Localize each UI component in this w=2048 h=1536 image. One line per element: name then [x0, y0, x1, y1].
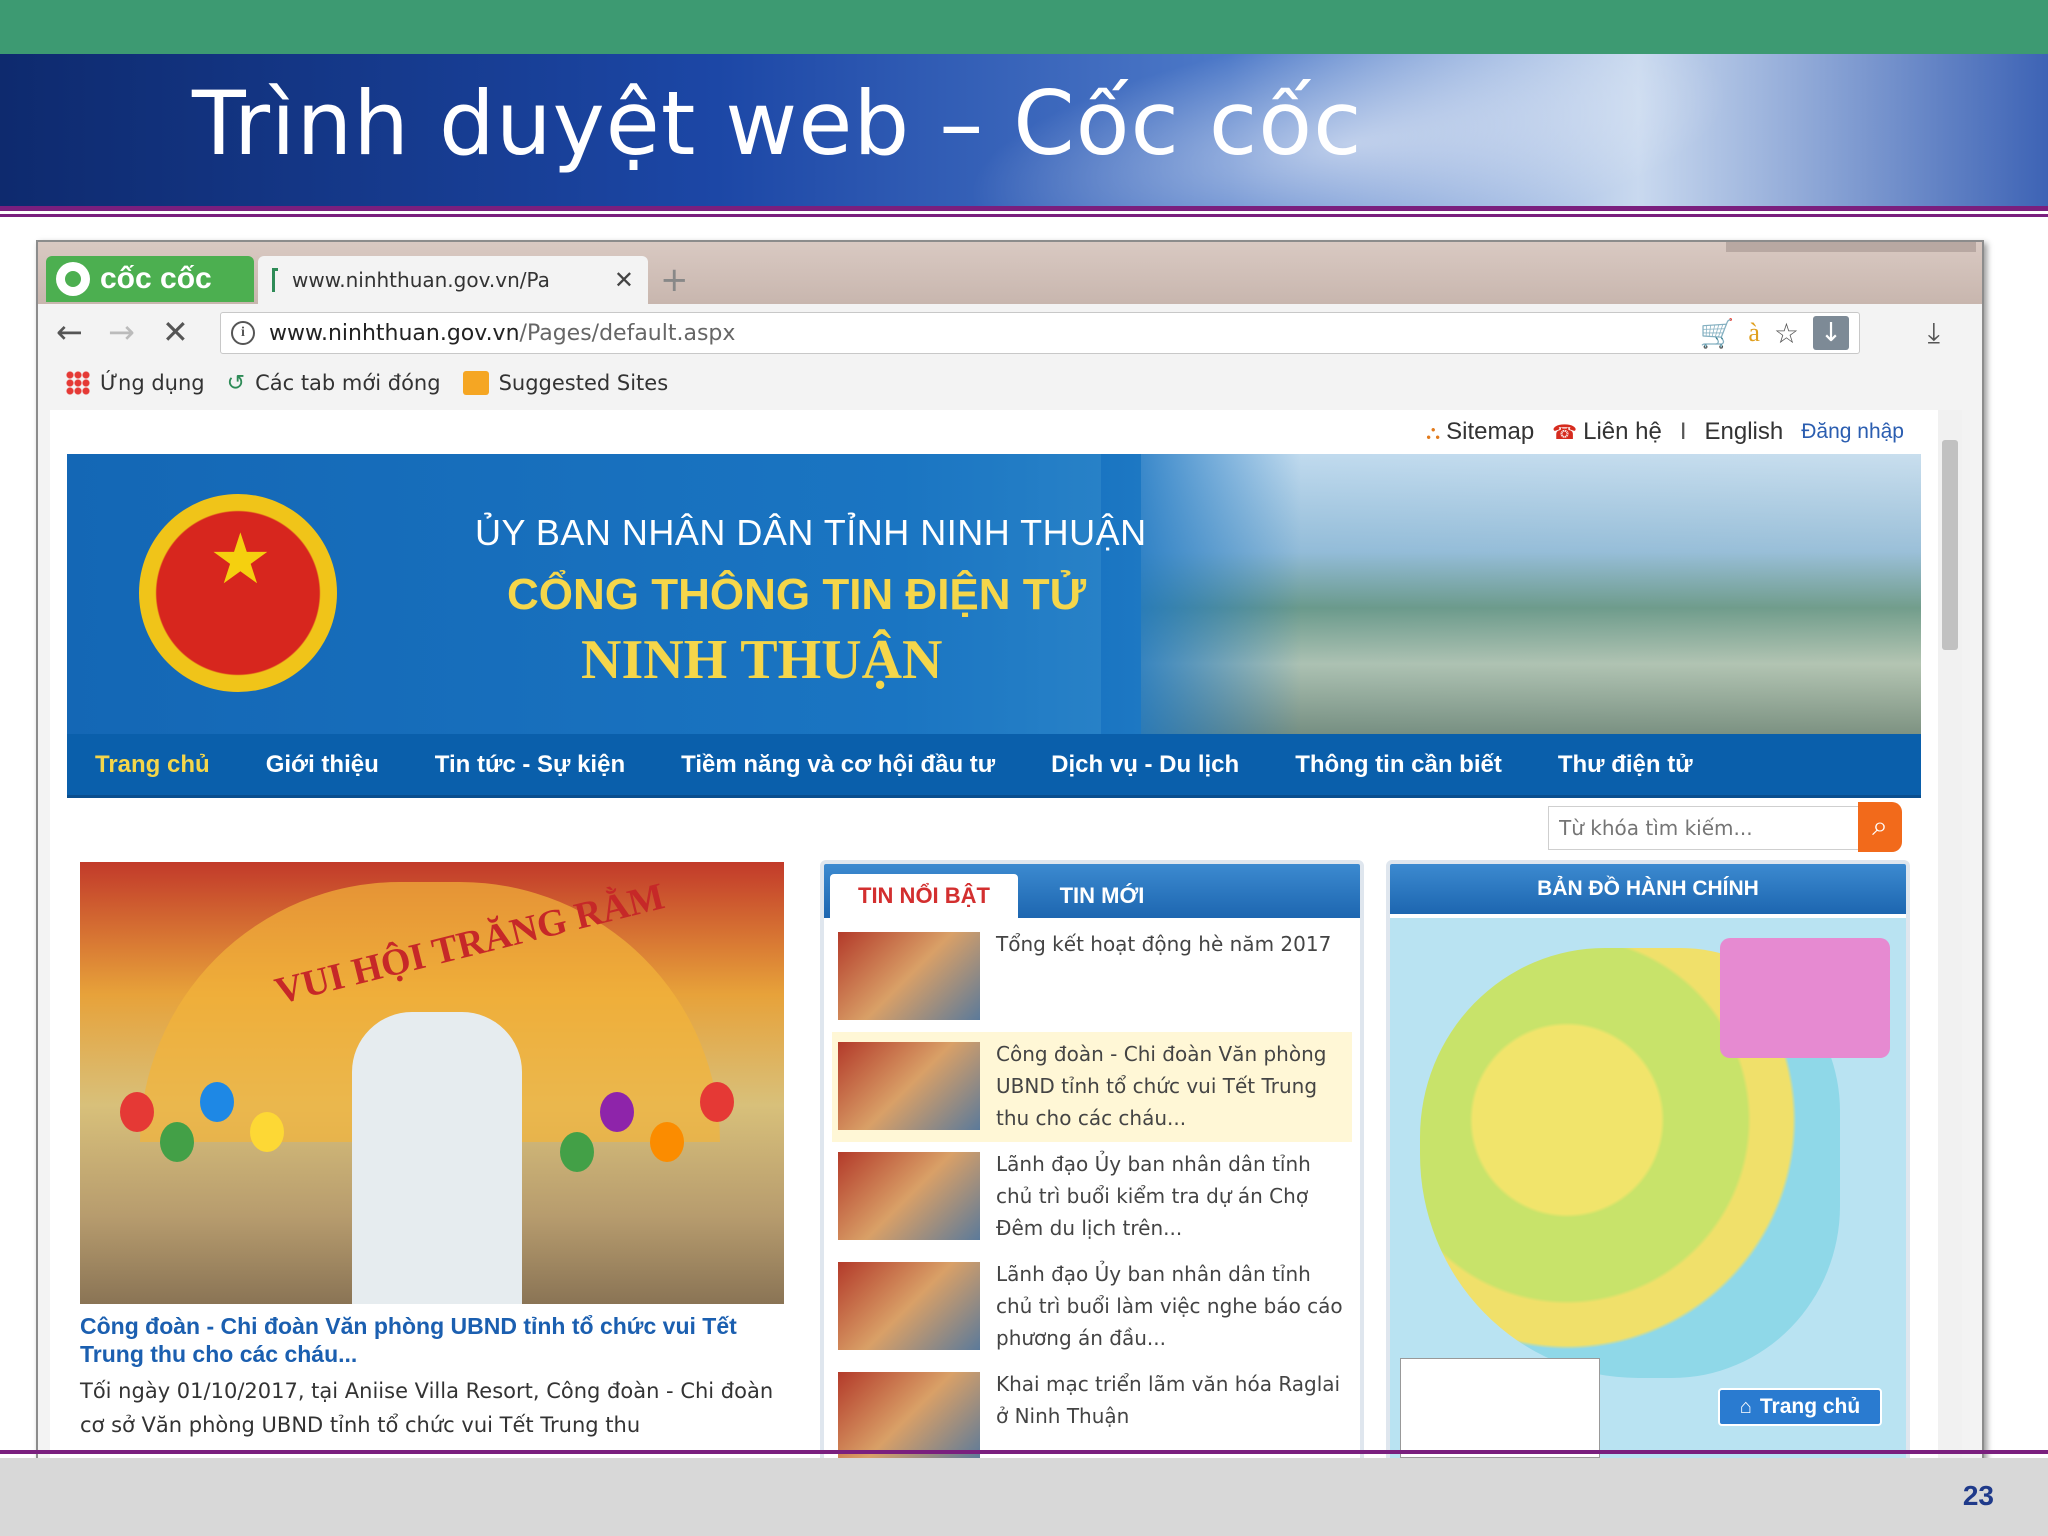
nav-about[interactable]: Giới thiệu — [266, 751, 379, 779]
site-info-icon[interactable]: i — [231, 321, 255, 345]
slide-rule — [0, 1450, 2048, 1454]
bookmark-label: Ứng dụng — [100, 371, 205, 395]
suggested-sites-icon — [462, 371, 489, 395]
coccoc-logo-icon — [56, 262, 90, 296]
news-thumbnail[interactable] — [838, 1262, 980, 1350]
featured-article-title[interactable]: Công đoàn - Chi đoàn Văn phòng UBND tỉnh… — [80, 1312, 770, 1368]
news-thumbnail[interactable] — [838, 1042, 980, 1130]
nav-email[interactable]: Thư điện tử — [1558, 751, 1693, 779]
banner-line-3: NINH THUẬN — [581, 629, 943, 691]
url-domain: www.ninhthuan.gov.vn — [269, 320, 520, 346]
bookmark-recent-tabs[interactable]: ↺ Các tab mới đóng — [227, 371, 441, 396]
news-title[interactable]: Khai mạc triển lãm văn hóa Raglai ở Ninh… — [996, 1368, 1352, 1432]
history-icon: ↺ — [226, 370, 246, 396]
home-button-label: Trang chủ — [1759, 1395, 1861, 1418]
news-panel: TIN NỔI BẬT TIN MỚI Tổng kết hoạt động h… — [820, 860, 1364, 1460]
slide-number: 23 — [1962, 1480, 1994, 1511]
savefrom-download-icon[interactable]: ↓ — [1813, 316, 1849, 350]
news-list: Tổng kết hoạt động hè năm 2017 Công đoàn… — [832, 922, 1352, 1460]
nav-services-tourism[interactable]: Dịch vụ - Du lịch — [1051, 751, 1239, 779]
search-input[interactable] — [1559, 816, 1829, 840]
list-item[interactable]: Công đoàn - Chi đoàn Văn phòng UBND tỉnh… — [832, 1032, 1352, 1142]
news-tabs: TIN NỔI BẬT TIN MỚI — [824, 864, 1360, 918]
banner-line-1: ỦY BAN NHÂN DÂN TỈNH NINH THUẬN — [475, 512, 1147, 553]
news-title[interactable]: Lãnh đạo Ủy ban nhân dân tỉnh chủ trì bu… — [996, 1258, 1352, 1354]
banner-line-2: CỔNG THÔNG TIN ĐIỆN TỬ — [507, 570, 1087, 619]
bookmark-star-icon[interactable]: ☆ — [1774, 317, 1799, 350]
tab-featured-news[interactable]: TIN NỔI BẬT — [830, 874, 1018, 918]
bookmark-label: Các tab mới đóng — [255, 371, 441, 395]
tab-latest-news[interactable]: TIN MỚI — [1042, 874, 1162, 918]
shopping-cart-icon[interactable]: 🛒 — [1699, 317, 1734, 350]
back-arrow-icon[interactable]: ← — [56, 316, 83, 348]
news-title[interactable]: Công đoàn - Chi đoàn Văn phòng UBND tỉnh… — [996, 1038, 1352, 1134]
news-title[interactable]: Tổng kết hoạt động hè năm 2017 — [996, 928, 1352, 960]
slide-rule — [0, 206, 2048, 211]
list-item[interactable]: Lãnh đạo Ủy ban nhân dân tỉnh chủ trì bu… — [832, 1252, 1352, 1362]
national-emblem-icon: ★ — [139, 494, 337, 692]
nav-home[interactable]: Trang chủ — [95, 751, 210, 779]
nav-news-events[interactable]: Tin tức - Sự kiện — [435, 751, 625, 779]
nav-investment[interactable]: Tiềm năng và cơ hội đầu tư — [681, 751, 995, 779]
administrative-map[interactable]: ⌂ Trang chủ — [1390, 918, 1906, 1460]
window-controls[interactable] — [1726, 242, 1976, 252]
news-thumbnail[interactable] — [838, 1152, 980, 1240]
forward-arrow-icon[interactable]: → — [108, 316, 135, 348]
news-thumbnail[interactable] — [838, 932, 980, 1020]
news-thumbnail[interactable] — [838, 1372, 980, 1460]
bookmark-apps[interactable]: Ứng dụng — [66, 371, 205, 395]
slide-title: Trình duyệt web – Cốc cốc — [192, 72, 1363, 175]
apps-grid-icon — [66, 371, 90, 395]
downloads-icon[interactable]: ⤓ — [1928, 316, 1940, 350]
scrollbar[interactable] — [1938, 410, 1962, 1460]
browser-tab[interactable]: www.ninhthuan.gov.vn/Pa ✕ — [258, 256, 648, 304]
tab-bar: cốc cốc www.ninhthuan.gov.vn/Pa ✕ + — [38, 242, 1982, 304]
english-link[interactable]: English — [1705, 418, 1784, 446]
tab-title: www.ninhthuan.gov.vn/Pa — [292, 268, 550, 292]
brand-name: cốc cốc — [100, 262, 212, 295]
browser-toolbar: ← → ✕ i www.ninhthuan.gov.vn/Pages/defau… — [38, 304, 1982, 360]
slide-rule — [0, 214, 2048, 217]
site-banner: ★ ỦY BAN NHÂN DÂN TỈNH NINH THUẬN CỔNG T… — [67, 454, 1921, 734]
site-search — [1548, 806, 1878, 850]
scroll-thumb[interactable] — [1942, 440, 1958, 650]
browser-window: cốc cốc www.ninhthuan.gov.vn/Pa ✕ + ← → … — [36, 240, 1984, 1462]
separator: I — [1679, 418, 1687, 445]
new-tab-icon[interactable]: + — [660, 260, 689, 300]
url-path: /Pages/default.aspx — [519, 320, 736, 346]
list-item[interactable]: Lãnh đạo Ủy ban nhân dân tỉnh chủ trì bu… — [832, 1142, 1352, 1252]
bookmarks-bar: Ứng dụng ↺ Các tab mới đóng Suggested Si… — [38, 360, 1982, 406]
map-title: BẢN ĐỒ HÀNH CHÍNH — [1390, 864, 1906, 914]
web-page: ⛬ Sitemap ☎ Liên hệ I English Đăng nhập ★ … — [50, 410, 1962, 1460]
search-icon: ⌕ — [1872, 809, 1888, 842]
contact-link[interactable]: ☎ Liên hệ — [1552, 418, 1662, 446]
close-tab-icon[interactable]: ✕ — [614, 266, 634, 294]
nav-useful-info[interactable]: Thông tin cần biết — [1295, 751, 1502, 779]
home-button[interactable]: ⌂ Trang chủ — [1718, 1388, 1882, 1426]
stop-loading-icon[interactable]: ✕ — [162, 316, 189, 348]
list-item[interactable]: Khai mạc triển lãm văn hóa Raglai ở Ninh… — [832, 1362, 1352, 1460]
list-item[interactable]: Tổng kết hoạt động hè năm 2017 — [832, 922, 1352, 1032]
login-link[interactable]: Đăng nhập — [1801, 420, 1904, 444]
phone-icon: ☎ — [1552, 422, 1578, 444]
vietnamese-input-icon[interactable]: à — [1748, 318, 1760, 348]
bookmark-suggested-sites[interactable]: Suggested Sites — [462, 371, 669, 395]
bookmark-label: Suggested Sites — [498, 371, 669, 395]
home-icon: ⌂ — [1739, 1395, 1752, 1418]
sitemap-link[interactable]: ⛬ Sitemap — [1426, 418, 1534, 446]
map-legend — [1400, 1358, 1600, 1458]
address-bar[interactable]: i www.ninhthuan.gov.vn/Pages/default.asp… — [220, 312, 1860, 354]
map-panel: BẢN ĐỒ HÀNH CHÍNH ⌂ Trang chủ — [1386, 860, 1910, 1460]
slide-top-bar — [0, 0, 2048, 54]
utility-links: ⛬ Sitemap ☎ Liên hệ I English Đăng nhập — [1426, 418, 1904, 446]
sitemap-icon: ⛬ — [1426, 422, 1441, 444]
slide-footer — [0, 1458, 2048, 1536]
main-navigation: Trang chủ Giới thiệu Tin tức - Sự kiện T… — [67, 734, 1921, 798]
news-title[interactable]: Lãnh đạo Ủy ban nhân dân tỉnh chủ trì bu… — [996, 1148, 1352, 1244]
coccoc-menu-button[interactable]: cốc cốc — [46, 256, 254, 302]
search-button[interactable]: ⌕ — [1858, 802, 1902, 852]
featured-article-summary: Tối ngày 01/10/2017, tại Aniise Villa Re… — [80, 1379, 774, 1437]
featured-image[interactable]: VUI HỘI TRĂNG RẰM — [80, 862, 784, 1304]
favicon-icon — [272, 268, 278, 292]
